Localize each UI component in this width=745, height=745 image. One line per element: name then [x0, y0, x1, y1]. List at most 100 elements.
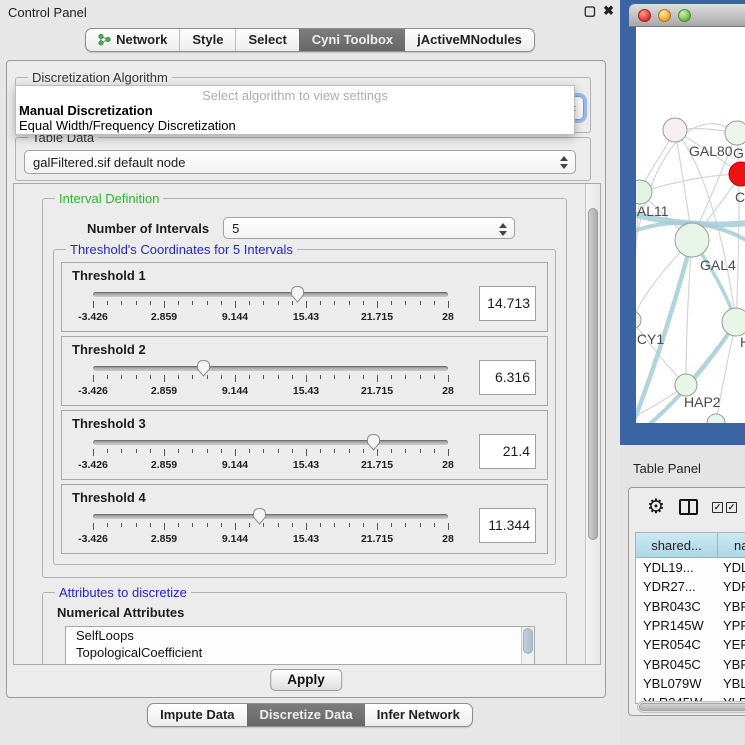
tick-mark [292, 375, 293, 379]
close-icon[interactable]: ✖ [603, 3, 614, 19]
table-row[interactable]: YDR27...YDR2 [636, 577, 745, 596]
slider-track[interactable] [93, 366, 448, 371]
slider-track[interactable] [93, 292, 448, 297]
network-edge[interactable] [636, 320, 686, 385]
column-header-name[interactable]: na [718, 533, 745, 558]
table-panel: ⚙ ✓ ✓ shared... na YDL19...YDL1YDR27...Y… [628, 487, 745, 716]
network-node[interactable] [636, 311, 641, 329]
tick-label: 2.859 [151, 385, 177, 397]
threshold-slider[interactable]: -3.4262.8599.14415.4321.71528 [93, 505, 448, 551]
threshold-slider[interactable]: -3.4262.8599.14415.4321.71528 [93, 431, 448, 477]
table-cell: YPR145W [636, 618, 718, 633]
tick-label: 28 [442, 459, 454, 471]
threshold-value-field[interactable]: 21.4 [479, 434, 536, 469]
network-node[interactable] [663, 118, 687, 142]
combo-spinner-icon [559, 155, 568, 170]
algorithm-option-manual[interactable]: Manual Discretization [16, 103, 574, 118]
split-table-icon[interactable] [679, 499, 698, 515]
apply-button[interactable]: Apply [270, 669, 342, 691]
minimize-traffic-light-icon[interactable] [658, 9, 671, 22]
tick-mark [391, 523, 392, 527]
network-node[interactable] [707, 414, 725, 423]
tab-discretize-data[interactable]: Discretize Data [247, 704, 365, 726]
slider-track[interactable] [93, 440, 448, 445]
network-canvas[interactable]: GAL80GCGAL11GAL4GCY1HHAP2 [636, 27, 745, 423]
float-icon[interactable]: ▢ [584, 3, 596, 19]
threshold-slider[interactable]: -3.4262.8599.14415.4321.71528 [93, 357, 448, 403]
table-row[interactable]: YBR045CYBR0 [636, 654, 745, 673]
list-item[interactable]: TopologicalCoefficient [66, 644, 534, 661]
attributes-group: Attributes to discretize Numerical Attri… [42, 592, 567, 665]
slider-ticks [93, 449, 448, 458]
tab-jactivemnodules[interactable]: jActiveMNodules [405, 29, 534, 51]
tick-mark [349, 523, 350, 527]
tab-impute-data[interactable]: Impute Data [148, 704, 246, 726]
tick-mark [377, 523, 378, 530]
checkbox-icon[interactable]: ✓ [726, 502, 737, 513]
list-item[interactable]: SelfLoops [66, 627, 534, 644]
slider-tick-labels: -3.4262.8599.14415.4321.71528 [93, 459, 448, 471]
tab-infer-network[interactable]: Infer Network [365, 704, 472, 726]
tick-label: -3.426 [78, 533, 108, 545]
tick-mark [207, 375, 208, 379]
threshold-value-field[interactable]: 6.316 [479, 360, 536, 395]
list-item[interactable]: BetweennessCentrality [66, 661, 534, 665]
tick-mark [263, 301, 264, 305]
tick-mark [334, 301, 335, 305]
slider-track[interactable] [93, 514, 448, 519]
tab-label: Impute Data [160, 707, 234, 722]
network-node-label: HAP2 [684, 394, 721, 410]
threshold-slider[interactable]: -3.4262.8599.14415.4321.71528 [93, 283, 448, 329]
cyni-toolbox-panel: Discretization Algorithm Select algorith… [6, 60, 606, 698]
gear-icon[interactable]: ⚙ [647, 494, 665, 519]
tick-mark [405, 375, 406, 379]
numerical-attributes-list: SelfLoopsTopologicalCoefficientBetweenne… [65, 626, 535, 665]
column-header-shared[interactable]: shared... [636, 533, 718, 558]
tab-select[interactable]: Select [235, 29, 298, 51]
table-cell: YER0 [718, 637, 745, 652]
tick-mark [292, 523, 293, 527]
table-data-group: Table Data galFiltered.sif default node [15, 137, 591, 181]
tick-label: 21.715 [361, 311, 393, 323]
table-row[interactable]: YBR043CYBR0 [636, 597, 745, 616]
checkbox-icon[interactable]: ✓ [712, 502, 723, 513]
node-attribute-table: shared... na YDL19...YDL1YDR27...YDR2YBR… [635, 532, 745, 704]
settings-vertical-scrollbar[interactable] [585, 184, 600, 664]
tick-label: 21.715 [361, 459, 393, 471]
table-row[interactable]: YPR145WYPR1 [636, 616, 745, 635]
tick-mark [221, 301, 222, 305]
network-node[interactable] [729, 162, 745, 186]
table-data-combobox[interactable]: galFiltered.sif default node [24, 150, 576, 174]
attributes-list-scrollbar[interactable] [521, 627, 534, 665]
threshold-value-field[interactable]: 14.713 [479, 286, 536, 321]
zoom-traffic-light-icon[interactable] [678, 9, 691, 22]
network-node[interactable] [722, 308, 745, 336]
table-cell: YDL19... [636, 560, 718, 575]
network-node[interactable] [675, 374, 697, 396]
number-of-intervals-combobox[interactable]: 5 [223, 217, 515, 239]
tick-mark [192, 301, 193, 305]
network-window-titlebar[interactable] [629, 4, 745, 27]
network-node[interactable] [725, 121, 745, 145]
table-row[interactable]: YDL19...YDL1 [636, 558, 745, 577]
network-node[interactable] [675, 223, 709, 257]
table-row[interactable]: YBL079WYBL0 [636, 674, 745, 693]
tick-label: 2.859 [151, 311, 177, 323]
close-traffic-light-icon[interactable] [638, 9, 651, 22]
tick-mark [150, 449, 151, 453]
algorithm-option-equal-width[interactable]: Equal Width/Frequency Discretization [16, 118, 574, 133]
threshold-value-field[interactable]: 11.344 [479, 508, 536, 543]
tab-style[interactable]: Style [179, 29, 235, 51]
tick-mark [405, 449, 406, 453]
tab-network[interactable]: Network [86, 29, 179, 51]
tab-cyni-toolbox[interactable]: Cyni Toolbox [299, 29, 405, 51]
network-edge[interactable] [736, 133, 739, 322]
tick-mark [178, 449, 179, 453]
table-horizontal-scrollbar[interactable] [637, 701, 745, 713]
tick-mark [150, 523, 151, 527]
tick-mark [121, 449, 122, 453]
tick-mark [164, 523, 165, 530]
tick-mark [136, 375, 137, 379]
tick-label: -3.426 [78, 311, 108, 323]
table-row[interactable]: YER054CYER0 [636, 635, 745, 654]
